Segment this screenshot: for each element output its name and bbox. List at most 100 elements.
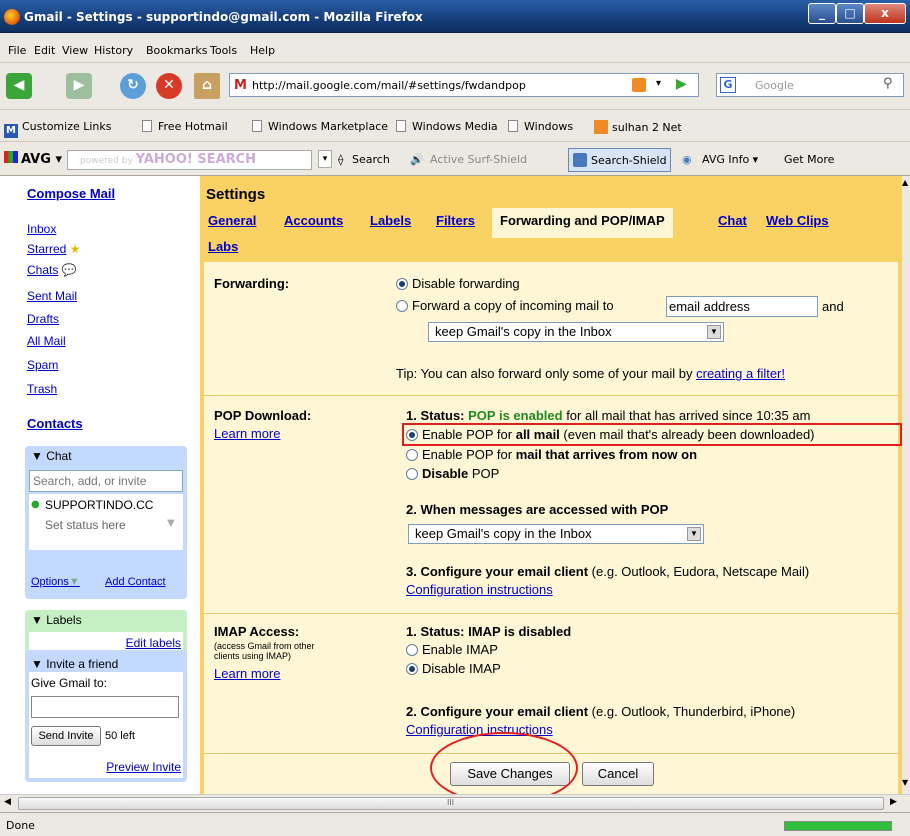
- pop-disable-option[interactable]: Disable POP: [406, 466, 499, 481]
- avg-info-button[interactable]: AVG Info ▾: [702, 153, 758, 166]
- close-button[interactable]: x: [864, 3, 906, 24]
- menu-tools[interactable]: Tools: [210, 44, 237, 57]
- active-surf-shield[interactable]: Active Surf-Shield: [430, 153, 527, 166]
- tab-chat[interactable]: Chat: [718, 213, 747, 228]
- cancel-button[interactable]: Cancel: [582, 762, 654, 786]
- pop-from-now-option[interactable]: Enable POP for mail that arrives from no…: [406, 447, 697, 462]
- pop-learn-more-link[interactable]: Learn more: [214, 426, 280, 441]
- tab-labs[interactable]: Labs: [208, 239, 238, 254]
- tab-general[interactable]: General: [208, 213, 256, 228]
- horizontal-scrollbar[interactable]: ◀ III ▶: [0, 794, 910, 812]
- labels-header-label: Labels: [46, 613, 82, 627]
- bookmark-sulhan-2-net[interactable]: sulhan 2 Net: [594, 120, 682, 134]
- horizontal-scroll-thumb[interactable]: III: [18, 797, 884, 810]
- forward-copy-option[interactable]: Forward a copy of incoming mail to: [396, 298, 614, 313]
- bookmarks-bar: M Customize Links Free Hotmail Windows Ma…: [0, 110, 910, 142]
- sidebar-item-inbox[interactable]: Inbox: [27, 222, 56, 236]
- msn-icon: M: [4, 124, 18, 138]
- menu-edit[interactable]: Edit: [34, 44, 55, 57]
- yahoo-search-input[interactable]: powered by YAHOO! SEARCH: [67, 150, 312, 170]
- tab-forwarding-pop-imap[interactable]: Forwarding and POP/IMAP: [492, 208, 673, 238]
- compose-mail-link[interactable]: Compose Mail: [27, 186, 115, 201]
- forward-email-input[interactable]: [666, 296, 818, 317]
- imap-section: IMAP Access: (access Gmail from other cl…: [204, 614, 898, 754]
- invites-left: 50 left: [105, 730, 135, 742]
- stop-icon[interactable]: ✕: [156, 73, 182, 99]
- bookmark-windows[interactable]: Windows: [508, 120, 573, 133]
- labels-header[interactable]: ▼ Labels: [25, 610, 187, 630]
- back-icon[interactable]: ◀: [6, 73, 32, 99]
- avg-logo[interactable]: AVG ▾: [4, 151, 62, 167]
- scroll-down-icon[interactable]: ▼: [902, 778, 908, 787]
- url-bar[interactable]: M http://mail.google.com/mail/#settings/…: [229, 73, 699, 97]
- pop-config-link[interactable]: Configuration instructions: [406, 582, 553, 597]
- tab-filters[interactable]: Filters: [436, 213, 475, 228]
- bookmark-windows-media[interactable]: Windows Media: [396, 120, 498, 133]
- contacts-link[interactable]: Contacts: [27, 416, 83, 431]
- search-magnifier-icon[interactable]: ⚲: [883, 76, 893, 91]
- search-box[interactable]: G Google ⚲: [716, 73, 904, 97]
- send-invite-button[interactable]: Send Invite: [31, 726, 101, 746]
- avg-info-icon: ◉: [682, 153, 692, 166]
- invite-header[interactable]: ▼ Invite a friend: [25, 654, 187, 674]
- chat-search-input[interactable]: [29, 470, 183, 492]
- page-title: Settings: [206, 186, 266, 203]
- search-shield-label: Search-Shield: [591, 154, 667, 167]
- go-icon[interactable]: ▶: [676, 76, 687, 92]
- bookmark-customize-links[interactable]: M Customize Links: [4, 120, 112, 138]
- edit-labels-link[interactable]: Edit labels: [126, 636, 181, 650]
- get-more-button[interactable]: Get More: [784, 153, 834, 166]
- avg-icon: [4, 151, 18, 163]
- minimize-button[interactable]: _: [808, 3, 836, 24]
- pop-keep-select[interactable]: keep Gmail's copy in the Inbox ▼: [408, 524, 704, 544]
- forward-keep-select[interactable]: keep Gmail's copy in the Inbox ▼: [428, 322, 724, 342]
- add-contact-link[interactable]: Add Contact: [105, 576, 166, 588]
- preview-invite-link[interactable]: Preview Invite: [106, 760, 181, 774]
- menu-file[interactable]: File: [8, 44, 26, 57]
- sidebar-item-all-mail[interactable]: All Mail: [27, 334, 66, 348]
- sidebar-item-chats[interactable]: Chats 💬: [27, 263, 77, 277]
- rss-icon[interactable]: [632, 78, 646, 92]
- tab-accounts[interactable]: Accounts: [284, 213, 343, 228]
- forward-copy-label: Forward a copy of incoming mail to: [412, 298, 614, 313]
- tab-labels[interactable]: Labels: [370, 213, 411, 228]
- sidebar-item-spam[interactable]: Spam: [27, 358, 58, 372]
- disable-forwarding-option[interactable]: Disable forwarding: [396, 276, 520, 291]
- imap-sub1: (access Gmail from other: [214, 641, 315, 651]
- chat-status-selector[interactable]: Set status here: [45, 518, 126, 532]
- maximize-button[interactable]: □: [836, 3, 864, 24]
- url-dropdown-icon[interactable]: ▾: [656, 78, 661, 89]
- gmail-favicon-icon: M: [234, 78, 247, 93]
- menu-view[interactable]: View: [62, 44, 88, 57]
- scroll-up-icon[interactable]: ▲: [902, 178, 908, 187]
- scroll-right-icon[interactable]: ▶: [890, 797, 897, 807]
- google-engine-icon[interactable]: G: [720, 77, 736, 93]
- chat-header[interactable]: ▼ Chat: [25, 446, 187, 466]
- search-shield-button[interactable]: Search-Shield: [568, 148, 671, 172]
- sidebar-item-drafts[interactable]: Drafts: [27, 312, 59, 326]
- forwarding-label: Forwarding:: [214, 276, 290, 291]
- imap-learn-more-link[interactable]: Learn more: [214, 666, 280, 681]
- forward-icon[interactable]: ▶: [66, 73, 92, 99]
- tab-web-clips[interactable]: Web Clips: [766, 213, 829, 228]
- scroll-left-icon[interactable]: ◀: [4, 797, 11, 807]
- avg-search-button[interactable]: Search: [352, 153, 390, 166]
- sidebar-item-sent-mail[interactable]: Sent Mail: [27, 289, 77, 303]
- disable-imap-option[interactable]: Disable IMAP: [406, 661, 501, 676]
- menu-help[interactable]: Help: [250, 44, 275, 57]
- yahoo-dropdown-icon[interactable]: ▾: [318, 150, 332, 168]
- reload-icon[interactable]: ↻: [120, 73, 146, 99]
- status-dropdown-icon[interactable]: ▼: [167, 518, 175, 529]
- sidebar-item-trash[interactable]: Trash: [27, 382, 57, 396]
- enable-imap-option[interactable]: Enable IMAP: [406, 642, 498, 657]
- vertical-scrollbar[interactable]: ▲ ▼: [902, 176, 910, 794]
- home-icon[interactable]: ⌂: [194, 73, 220, 99]
- chat-options-link[interactable]: Options▼: [31, 576, 80, 588]
- menu-bookmarks[interactable]: Bookmarks: [146, 44, 207, 57]
- menu-history[interactable]: History: [94, 44, 133, 57]
- bookmark-windows-marketplace[interactable]: Windows Marketplace: [252, 120, 388, 133]
- bookmark-free-hotmail[interactable]: Free Hotmail: [142, 120, 228, 133]
- invite-email-input[interactable]: [31, 696, 179, 718]
- creating-filter-link[interactable]: creating a filter!: [696, 366, 785, 381]
- sidebar-item-starred[interactable]: Starred ★: [27, 242, 80, 256]
